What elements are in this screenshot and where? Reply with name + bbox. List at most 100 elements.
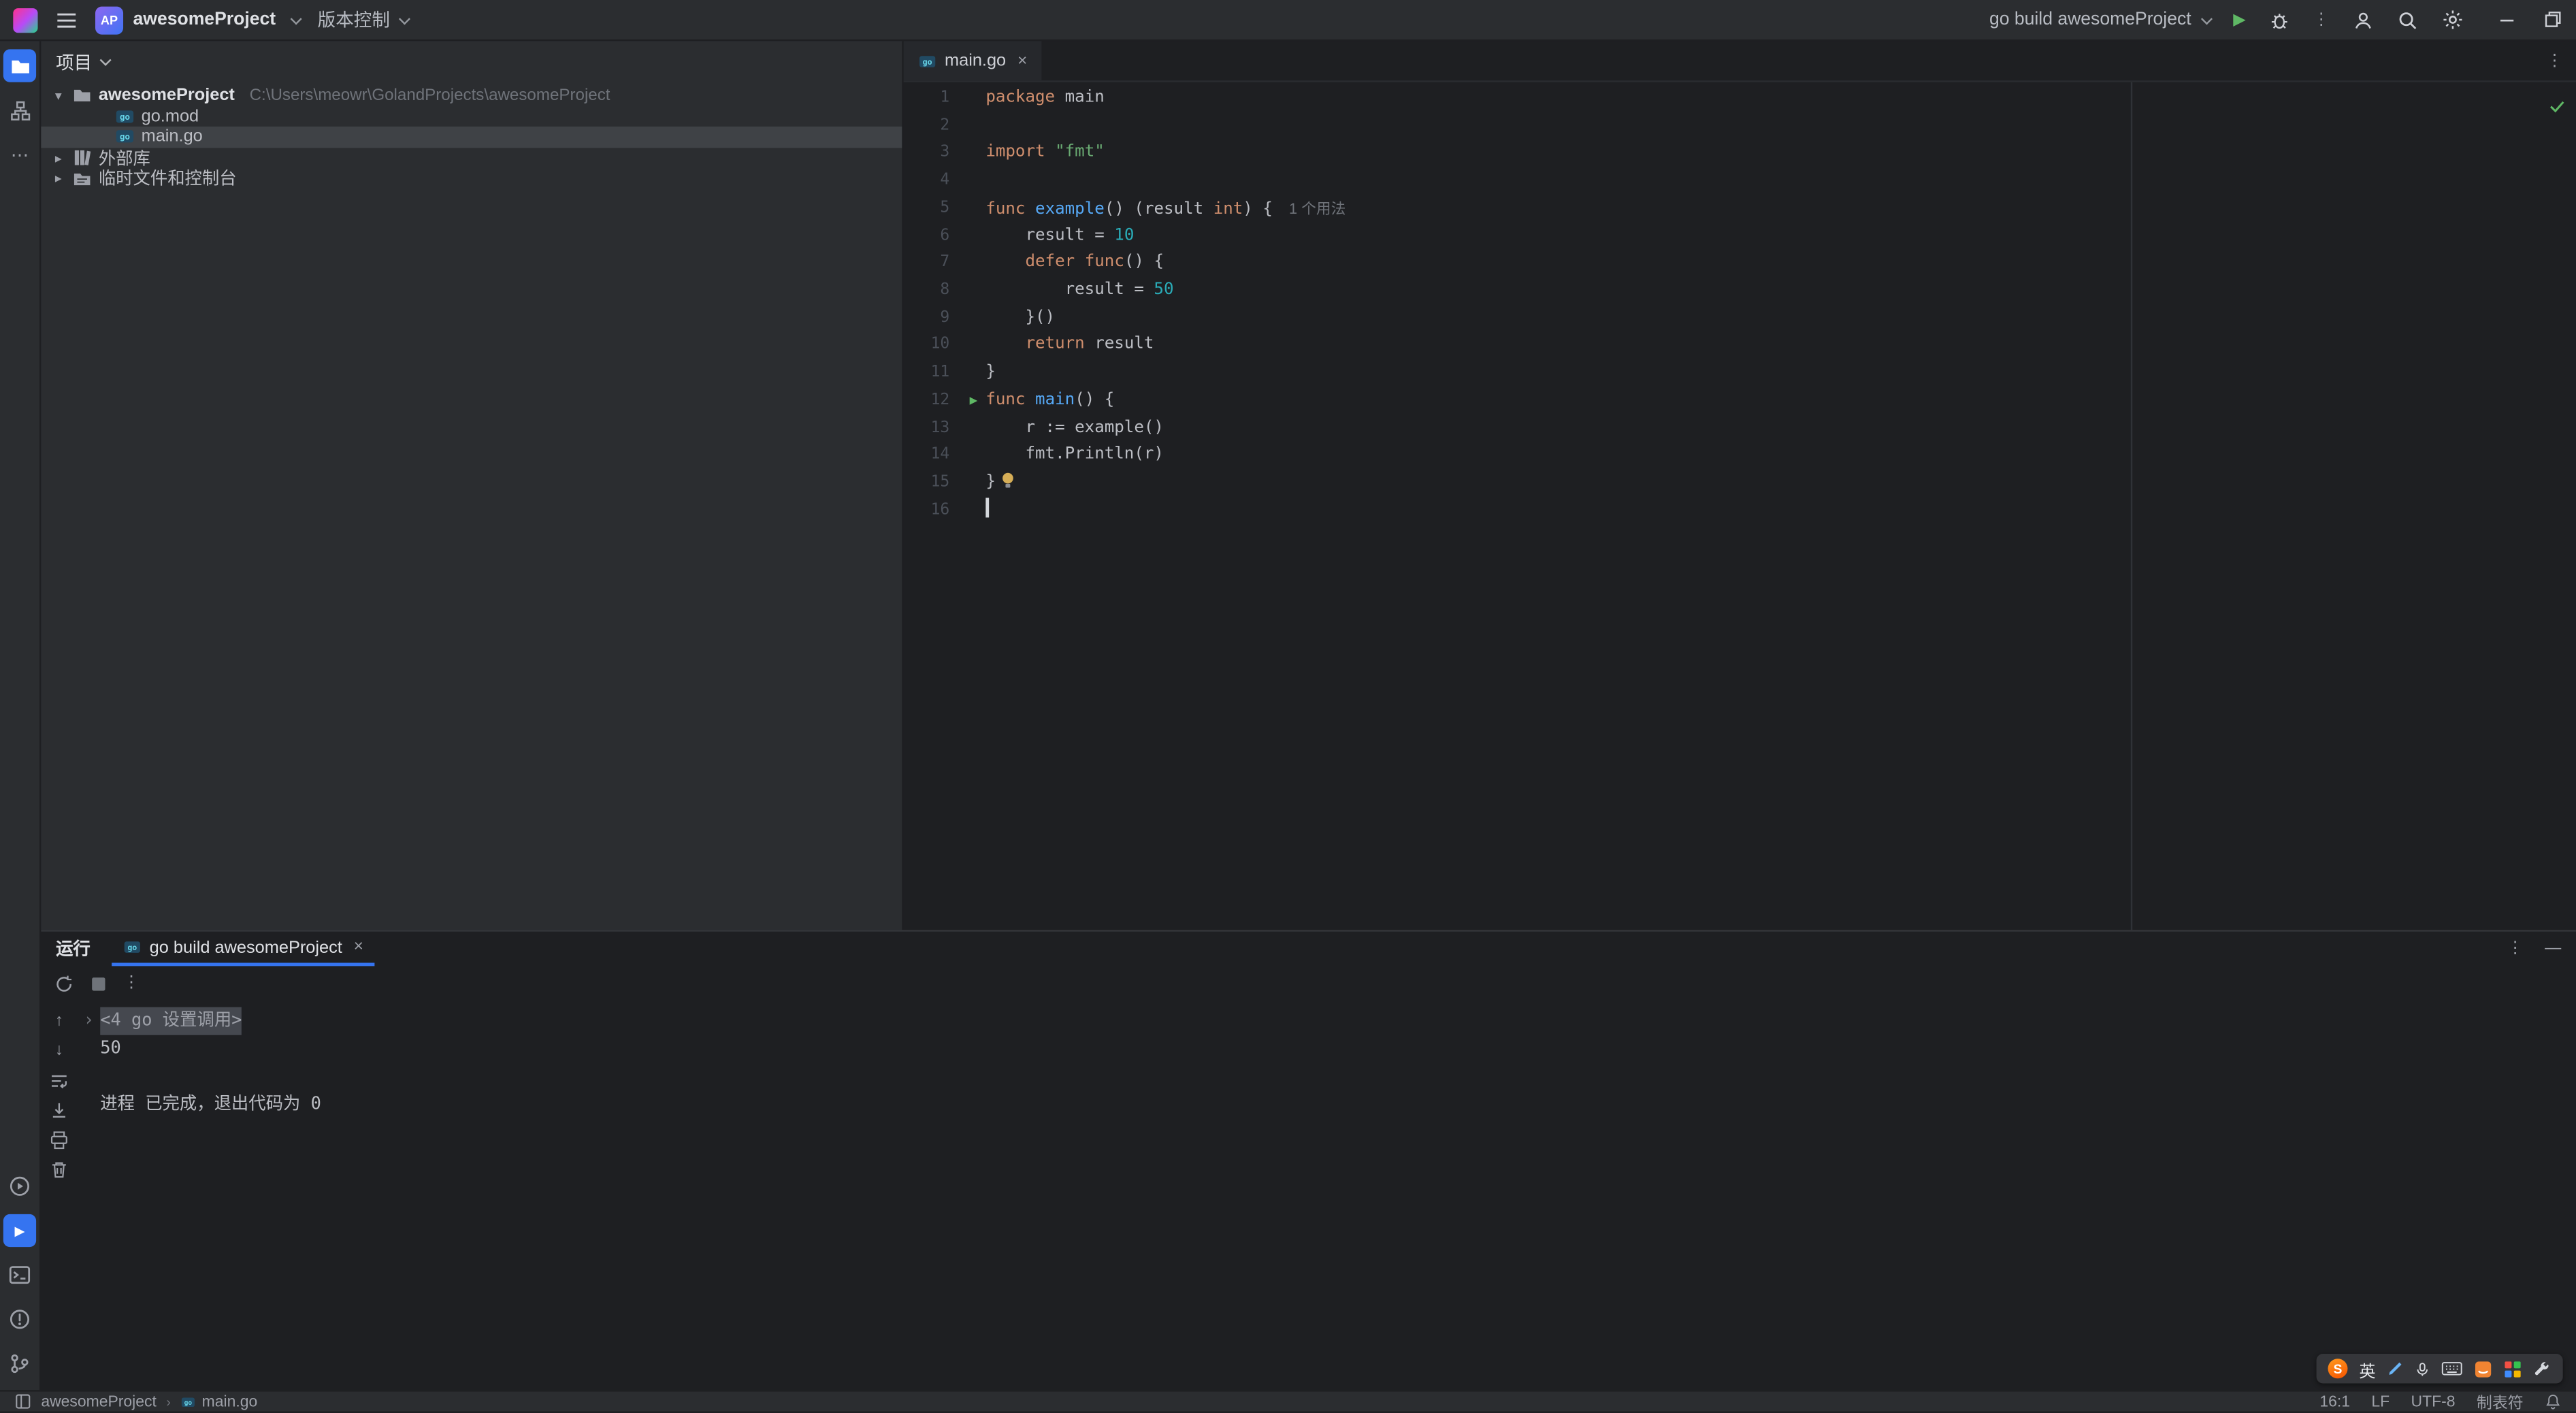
keyboard-icon[interactable] bbox=[2441, 1361, 2462, 1377]
line-number: 10 bbox=[930, 336, 950, 355]
run-console[interactable]: › <4 go 设置调用> 50 进程 已完成，退出代码为 0 bbox=[77, 1001, 2576, 1390]
notifications-bell-icon[interactable] bbox=[2545, 1393, 2561, 1410]
code-line: 9 }() bbox=[904, 305, 2576, 332]
breadcrumb-project[interactable]: awesomeProject bbox=[41, 1393, 157, 1411]
code-editor[interactable]: 1 package main 2 3 import "fmt" 4 5 func exampl… bbox=[904, 82, 2576, 930]
console-line: › <4 go 设置调用> bbox=[77, 1007, 2576, 1035]
chevron-right-icon[interactable]: ▸ bbox=[51, 150, 66, 165]
project-badge: AP bbox=[95, 5, 124, 34]
go-icon: go bbox=[115, 107, 135, 127]
run-panel-options-icon[interactable]: ⋮ bbox=[2507, 940, 2524, 958]
rerun-icon[interactable] bbox=[54, 973, 74, 993]
fold-arrow-icon[interactable]: › bbox=[77, 1007, 100, 1035]
more-actions-icon[interactable]: ⋮ bbox=[2313, 11, 2330, 29]
code-line: 6 result = 10 bbox=[904, 223, 2576, 250]
line-number: 5 bbox=[940, 198, 950, 217]
print-icon[interactable] bbox=[48, 1128, 71, 1150]
main-menu-icon[interactable] bbox=[56, 9, 77, 30]
run-button[interactable]: ▶ bbox=[2233, 11, 2246, 29]
hide-panel-icon[interactable]: — bbox=[2545, 940, 2561, 958]
structure-tool-button[interactable] bbox=[3, 94, 36, 127]
project-panel-header[interactable]: 项目 bbox=[41, 41, 902, 82]
stop-icon[interactable] bbox=[91, 975, 107, 992]
chevron-right-icon[interactable]: ▸ bbox=[51, 171, 66, 186]
ime-language-mode[interactable]: 英 bbox=[2359, 1357, 2375, 1381]
line-separator-widget[interactable]: LF bbox=[2371, 1393, 2390, 1411]
project-tool-button[interactable] bbox=[3, 49, 37, 82]
chevron-down-icon bbox=[291, 12, 301, 24]
line-number: 8 bbox=[940, 280, 950, 299]
terminal-tool-button[interactable] bbox=[3, 1258, 36, 1291]
chevron-down-icon[interactable]: ▾ bbox=[51, 88, 66, 103]
tree-row[interactable]: go go.mod bbox=[41, 106, 902, 127]
tree-item-label: awesomeProject bbox=[98, 86, 235, 106]
user-profile-icon[interactable] bbox=[2353, 9, 2374, 30]
run-tab-go-build[interactable]: go go build awesomeProject × bbox=[112, 932, 375, 967]
encoding-widget[interactable]: UTF-8 bbox=[2411, 1393, 2456, 1411]
down-stacktrace-icon[interactable]: ↓ bbox=[48, 1040, 71, 1061]
line-number: 16 bbox=[930, 500, 950, 519]
code-line: 13 r := example() bbox=[904, 415, 2576, 442]
project-panel-title: 项目 bbox=[56, 53, 93, 74]
folder-icon bbox=[72, 86, 92, 105]
project-selector[interactable]: AP awesomeProject bbox=[95, 5, 301, 34]
settings-gear-icon[interactable] bbox=[2441, 8, 2464, 31]
code-line: 16 bbox=[904, 497, 2576, 525]
services-tool-button[interactable] bbox=[3, 1170, 36, 1203]
soft-wrap-icon[interactable] bbox=[48, 1069, 71, 1090]
breadcrumb-separator: › bbox=[166, 1394, 171, 1409]
run-more-options-icon[interactable]: ⋮ bbox=[123, 974, 140, 992]
editor-tab-options-icon[interactable]: ⋮ bbox=[2547, 52, 2563, 70]
clear-console-icon[interactable] bbox=[48, 1158, 71, 1180]
ime-pen-icon[interactable] bbox=[2387, 1361, 2403, 1377]
code-text: import "fmt" bbox=[985, 144, 1105, 162]
problems-tool-button[interactable] bbox=[3, 1303, 36, 1335]
indent-widget[interactable]: 制表符 bbox=[2477, 1390, 2524, 1413]
activity-bar: ⋯ ▶ bbox=[0, 41, 42, 1391]
microphone-icon[interactable] bbox=[2415, 1359, 2430, 1378]
line-number: 12 ▶ bbox=[904, 387, 986, 415]
version-control-tool-button[interactable] bbox=[3, 1347, 36, 1380]
run-line-icon[interactable]: ▶ bbox=[970, 387, 978, 415]
tool-window-layout-icon[interactable] bbox=[15, 1393, 31, 1410]
tree-row[interactable]: ▸ 临时文件和控制台 bbox=[41, 168, 902, 189]
wrench-icon[interactable] bbox=[2533, 1359, 2551, 1378]
vcs-widget[interactable]: 版本控制 bbox=[318, 7, 410, 33]
run-tool-button[interactable]: ▶ bbox=[3, 1214, 37, 1248]
line-number: 14 bbox=[930, 445, 950, 464]
tree-row[interactable]: ▾ awesomeProject C:\Users\meowr\GolandProj… bbox=[41, 86, 902, 106]
line-number: 11 bbox=[930, 363, 950, 382]
tree-row[interactable]: go main.go bbox=[41, 127, 902, 148]
search-icon[interactable] bbox=[2397, 9, 2418, 30]
code-line: 12 ▶ func main() { bbox=[904, 387, 2576, 415]
tree-row[interactable]: ▸ 外部库 bbox=[41, 148, 902, 169]
intention-bulb-icon[interactable] bbox=[1000, 472, 1015, 501]
goland-app-icon[interactable] bbox=[13, 7, 38, 33]
console-line: 进程 已完成，退出代码为 0 bbox=[77, 1091, 2576, 1119]
scroll-to-end-icon[interactable] bbox=[48, 1099, 71, 1120]
run-tab-label: go build awesomeProject bbox=[149, 937, 342, 958]
ime-logo-icon[interactable]: S bbox=[2328, 1359, 2348, 1379]
tab-close-icon[interactable]: × bbox=[354, 938, 363, 956]
chevron-down-icon bbox=[2201, 12, 2212, 24]
inspections-ok-icon[interactable] bbox=[2548, 91, 2566, 122]
minimize-button[interactable] bbox=[2497, 10, 2517, 29]
code-line: 15} bbox=[904, 470, 2576, 498]
ime-toolbox-icon[interactable] bbox=[2504, 1359, 2522, 1378]
tab-main-go[interactable]: go main.go × bbox=[903, 41, 1042, 81]
debug-button[interactable] bbox=[2269, 9, 2290, 30]
breadcrumb-file[interactable]: go main.go bbox=[180, 1393, 257, 1410]
code-lines: 1 package main 2 3 import "fmt" 4 5 func exampl… bbox=[904, 86, 2576, 525]
tab-close-icon[interactable]: × bbox=[1017, 52, 1027, 70]
restore-window-button[interactable] bbox=[2543, 10, 2563, 29]
caret-position-widget[interactable]: 16:1 bbox=[2319, 1393, 2350, 1411]
code-text: return result bbox=[1025, 336, 1154, 355]
line-number: 6 bbox=[940, 226, 950, 244]
ime-skin-icon[interactable] bbox=[2474, 1359, 2492, 1378]
up-stacktrace-icon[interactable]: ↑ bbox=[48, 1011, 71, 1032]
run-config-selector[interactable]: go build awesomeProject bbox=[1989, 10, 2212, 29]
more-tool-windows-icon[interactable]: ⋯ bbox=[3, 138, 36, 171]
code-text: result = 10 bbox=[985, 226, 1135, 244]
